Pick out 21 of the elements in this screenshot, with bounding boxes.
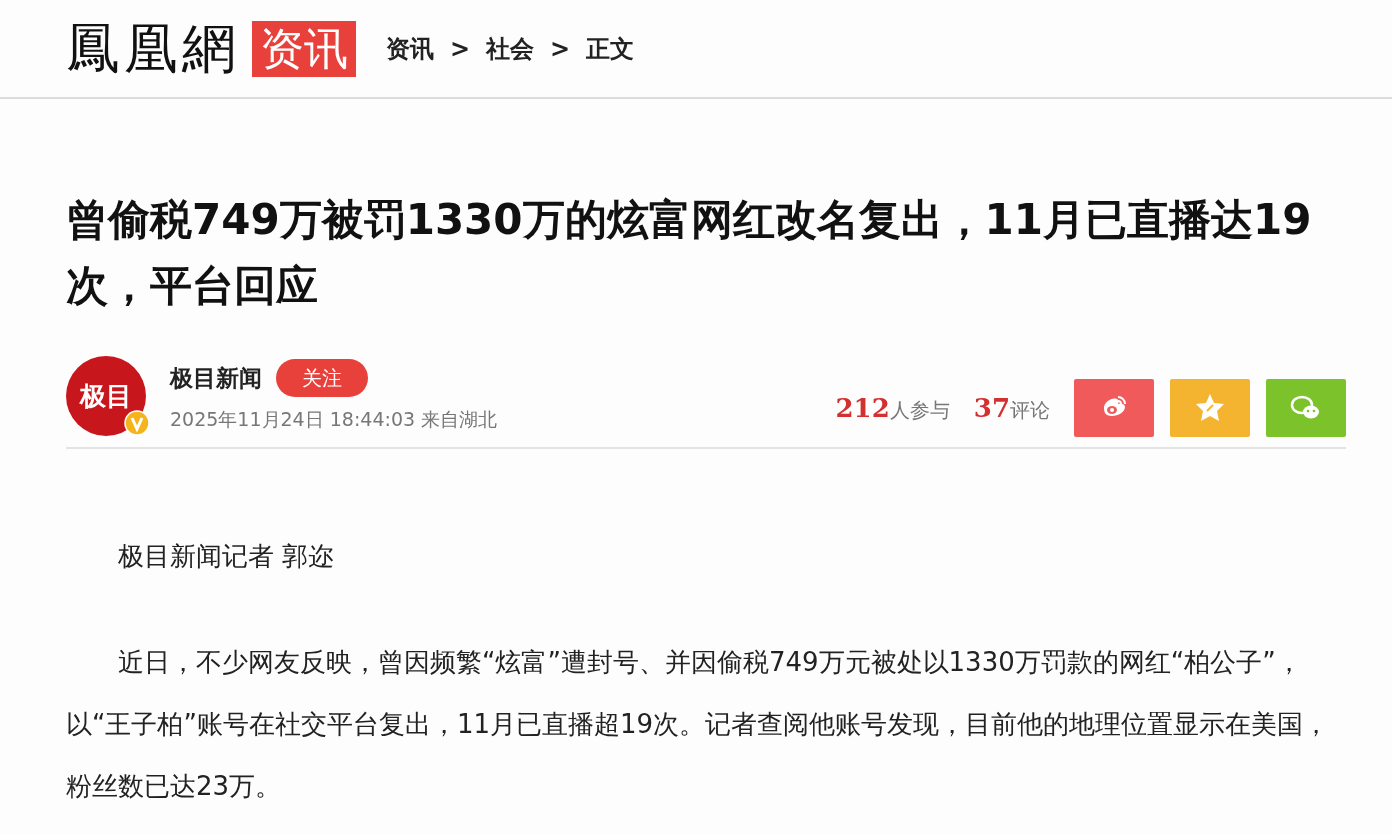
stat-label: 人参与 (889, 396, 950, 424)
breadcrumb-separator: > (450, 33, 471, 65)
breadcrumb-link[interactable]: 社会 (486, 30, 535, 67)
article-paragraph: 近日，不少网友反映，曾因频繁“炫富”遭封号、并因偷税749万元被处以1330万罚款的网红“柏公子”，以“王子柏”账号在社交平台复出，11月已直播超19次。记者查阅他账号发现，目前他的地理位置显示在美国，粉丝数已达23万。 (66, 646, 1331, 803)
breadcrumb-link[interactable]: 正文 (586, 30, 635, 67)
article-title: 曾偷税749万被罚1330万的炫富网红改名复出，11月已直播达19次，平台回应 (66, 194, 1313, 312)
author-name[interactable]: 极目新闻 (170, 360, 262, 395)
author-avatar[interactable]: 极目 (66, 356, 146, 436)
stat-label: 评论 (1010, 396, 1050, 424)
follow-button[interactable]: 关注 (276, 358, 368, 397)
byline: 极目新闻记者 郭迩 (117, 540, 336, 573)
stat-count: 37 (973, 391, 1010, 425)
share-button[interactable] (1266, 379, 1346, 437)
site-logo[interactable]: 鳳凰網 (66, 21, 240, 76)
breadcrumb-link[interactable]: 资讯 (386, 30, 434, 67)
breadcrumb-separator: > (550, 33, 571, 65)
stat-count: 212 (835, 391, 890, 425)
share-button[interactable] (1074, 379, 1154, 437)
channel-logo[interactable]: 资讯 (252, 20, 356, 77)
share-button[interactable] (1170, 379, 1250, 437)
publish-info: 2025年11月24日 18:44:03 来自湖北 (170, 406, 498, 432)
